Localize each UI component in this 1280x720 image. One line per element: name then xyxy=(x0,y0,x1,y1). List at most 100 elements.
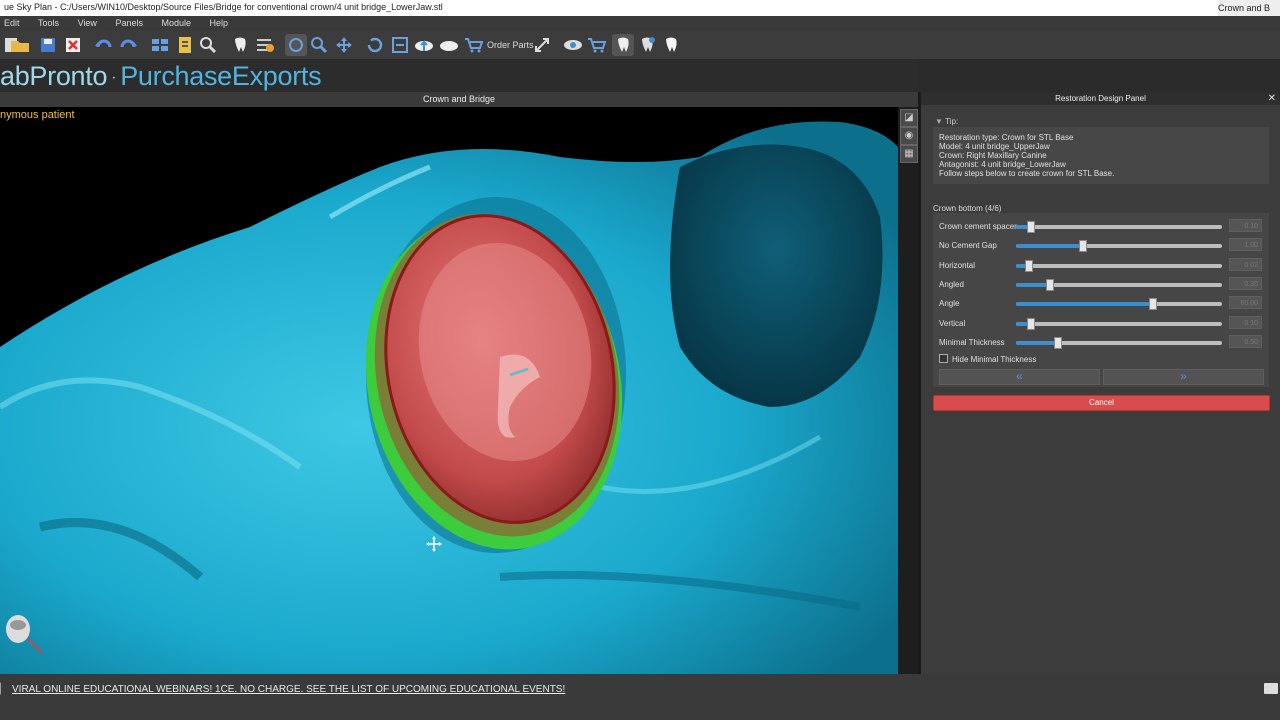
slider-track[interactable] xyxy=(1016,298,1222,310)
slider-label: Horizontal xyxy=(939,261,976,270)
tooth-add-icon[interactable] xyxy=(636,34,658,56)
menu-bar: Edit Tools View Panels Module Help xyxy=(0,16,1280,31)
slider-fill xyxy=(1016,302,1152,306)
tip-line: Model: 4 unit bridge_UpperJaw xyxy=(939,142,1050,151)
brand-purchase-exports: PurchaseExports xyxy=(120,61,322,91)
panel-close-icon[interactable]: ✕ xyxy=(1268,92,1276,105)
rotate-view-icon[interactable] xyxy=(285,34,307,56)
slider-track[interactable] xyxy=(1016,221,1222,233)
notification-icon[interactable] xyxy=(1264,683,1278,694)
tip-line: Crown: Right Maxillary Canine xyxy=(939,151,1047,160)
slider-track[interactable] xyxy=(1016,240,1222,252)
slider-track[interactable] xyxy=(1016,337,1222,349)
crown-bottom-section: Crown cement spacer 0.10 No Cement Gap 1.00… xyxy=(933,213,1269,387)
tip-header[interactable]: ▼ Tip: xyxy=(935,117,958,126)
dental-model-render[interactable] xyxy=(0,107,898,674)
hide-minimal-thickness-label: Hide Minimal Thickness xyxy=(952,355,1037,364)
open-folder-icon[interactable] xyxy=(9,34,31,56)
close-file-icon[interactable] xyxy=(62,34,84,56)
fit-view-icon[interactable] xyxy=(389,34,411,56)
menu-module[interactable]: Module xyxy=(161,16,191,31)
tip-label: Tip: xyxy=(945,117,959,126)
checkbox-box[interactable] xyxy=(939,354,948,363)
menu-panels[interactable]: Panels xyxy=(115,16,143,31)
zoom-search-icon[interactable] xyxy=(197,34,219,56)
toolbar: Order Parts xyxy=(0,31,1280,60)
status-bar xyxy=(0,704,1280,720)
slider-thumb[interactable] xyxy=(1025,260,1034,272)
pan-icon[interactable] xyxy=(333,34,355,56)
slider-value-input[interactable]: 0.10 xyxy=(1229,219,1262,232)
tip-line: Restoration type: Crown for STL Base xyxy=(939,133,1074,142)
patient-name: nymous patient xyxy=(0,109,75,121)
slider-value-input[interactable]: 0.30 xyxy=(1229,277,1262,290)
slider-label: Vertical xyxy=(939,319,966,328)
grid-toggle-icon[interactable]: ▦ xyxy=(900,145,918,163)
undo-icon[interactable] xyxy=(93,34,115,56)
slider-track[interactable] xyxy=(1016,260,1222,272)
menu-tools[interactable]: Tools xyxy=(38,16,59,31)
slider-value-input[interactable]: 0.02 xyxy=(1229,258,1262,271)
visibility-eye-icon[interactable]: ◉ xyxy=(900,127,918,145)
slider-value-input[interactable]: 0.50 xyxy=(1229,335,1262,348)
3d-viewport[interactable]: nymous patient xyxy=(0,107,898,674)
brand-labpronto: abPronto xyxy=(0,61,108,91)
webinar-link[interactable]: VIRAL ONLINE EDUCATIONAL WEBINARS! 1CE. … xyxy=(12,684,565,695)
slider-value-input[interactable]: 1.00 xyxy=(1229,238,1262,251)
viewport-title: Crown and Bridge xyxy=(0,92,918,107)
viewport-side-toolbar: ◪ ◉ ▦ xyxy=(898,107,918,674)
restoration-design-panel: Restoration Design Panel ✕ ▼ Tip: Restor… xyxy=(921,92,1280,674)
window-tab-crown-and-bridge[interactable]: Crown and B xyxy=(1218,0,1280,16)
hide-minimal-thickness-checkbox[interactable]: Hide Minimal Thickness xyxy=(939,354,1036,364)
cloud-upload-icon[interactable] xyxy=(413,34,435,56)
settings-list-icon[interactable] xyxy=(254,34,276,56)
back-button[interactable]: « xyxy=(939,369,1100,385)
double-chevron-left-icon: « xyxy=(1016,369,1023,383)
slider-thumb[interactable] xyxy=(1027,318,1036,330)
tooth-crown-icon[interactable] xyxy=(660,34,682,56)
snapshot-icon[interactable]: ◪ xyxy=(900,109,918,127)
collapse-triangle-icon: ▼ xyxy=(935,117,946,126)
expand-icon[interactable] xyxy=(531,34,553,56)
window-title: ue Sky Plan - C:/Users/WIN10/Desktop/Sou… xyxy=(4,2,443,12)
slider-label: Angle xyxy=(939,299,960,308)
cart-icon[interactable] xyxy=(463,34,485,56)
tooth-tool-icon[interactable] xyxy=(229,34,251,56)
title-bar: ue Sky Plan - C:/Users/WIN10/Desktop/Sou… xyxy=(0,0,1280,16)
slider-thumb[interactable] xyxy=(1054,337,1063,349)
slider-thumb[interactable] xyxy=(1078,240,1087,252)
tooth-select-icon[interactable] xyxy=(612,34,634,56)
report-icon[interactable] xyxy=(174,34,196,56)
eye-icon[interactable] xyxy=(562,34,584,56)
cloud-icon[interactable] xyxy=(438,34,460,56)
slider-thumb[interactable] xyxy=(1148,298,1157,310)
banner-lead-icon: ▏ xyxy=(0,684,8,695)
zoom-icon[interactable] xyxy=(308,34,330,56)
grid-layout-icon[interactable] xyxy=(149,34,171,56)
slider-track[interactable] xyxy=(1016,279,1222,291)
menu-edit[interactable]: Edit xyxy=(4,16,20,31)
reset-view-icon[interactable] xyxy=(364,34,386,56)
slider-thumb[interactable] xyxy=(1045,279,1054,291)
slider-label: Crown cement spacer xyxy=(939,222,1017,231)
redo-icon[interactable] xyxy=(117,34,139,56)
panel-title: Restoration Design Panel xyxy=(921,92,1280,105)
cart-alt-icon[interactable] xyxy=(586,34,608,56)
menu-help[interactable]: Help xyxy=(210,16,229,31)
section-header: Crown bottom (4/6) xyxy=(933,204,1002,213)
slider-track[interactable] xyxy=(1016,318,1222,330)
slider-thumb[interactable] xyxy=(1027,221,1036,233)
slider-row: Minimal Thickness 0.50 xyxy=(933,335,1269,351)
slider-row: No Cement Gap 1.00 xyxy=(933,238,1269,254)
slider-row: Vertical 0.10 xyxy=(933,316,1269,332)
menu-view[interactable]: View xyxy=(78,16,97,31)
brand-logo: abPronto · PurchaseExports xyxy=(0,61,322,93)
cancel-button[interactable]: Cancel xyxy=(933,395,1270,411)
save-icon[interactable] xyxy=(37,34,59,56)
order-parts-label[interactable]: Order Parts xyxy=(487,40,534,50)
slider-value-input[interactable]: 0.10 xyxy=(1229,316,1262,329)
slider-value-input[interactable]: 60.00 xyxy=(1229,296,1262,309)
slider-row: Crown cement spacer 0.10 xyxy=(933,219,1269,235)
tip-box: Restoration type: Crown for STL Base Mod… xyxy=(933,127,1269,184)
next-button[interactable]: » xyxy=(1103,369,1264,385)
